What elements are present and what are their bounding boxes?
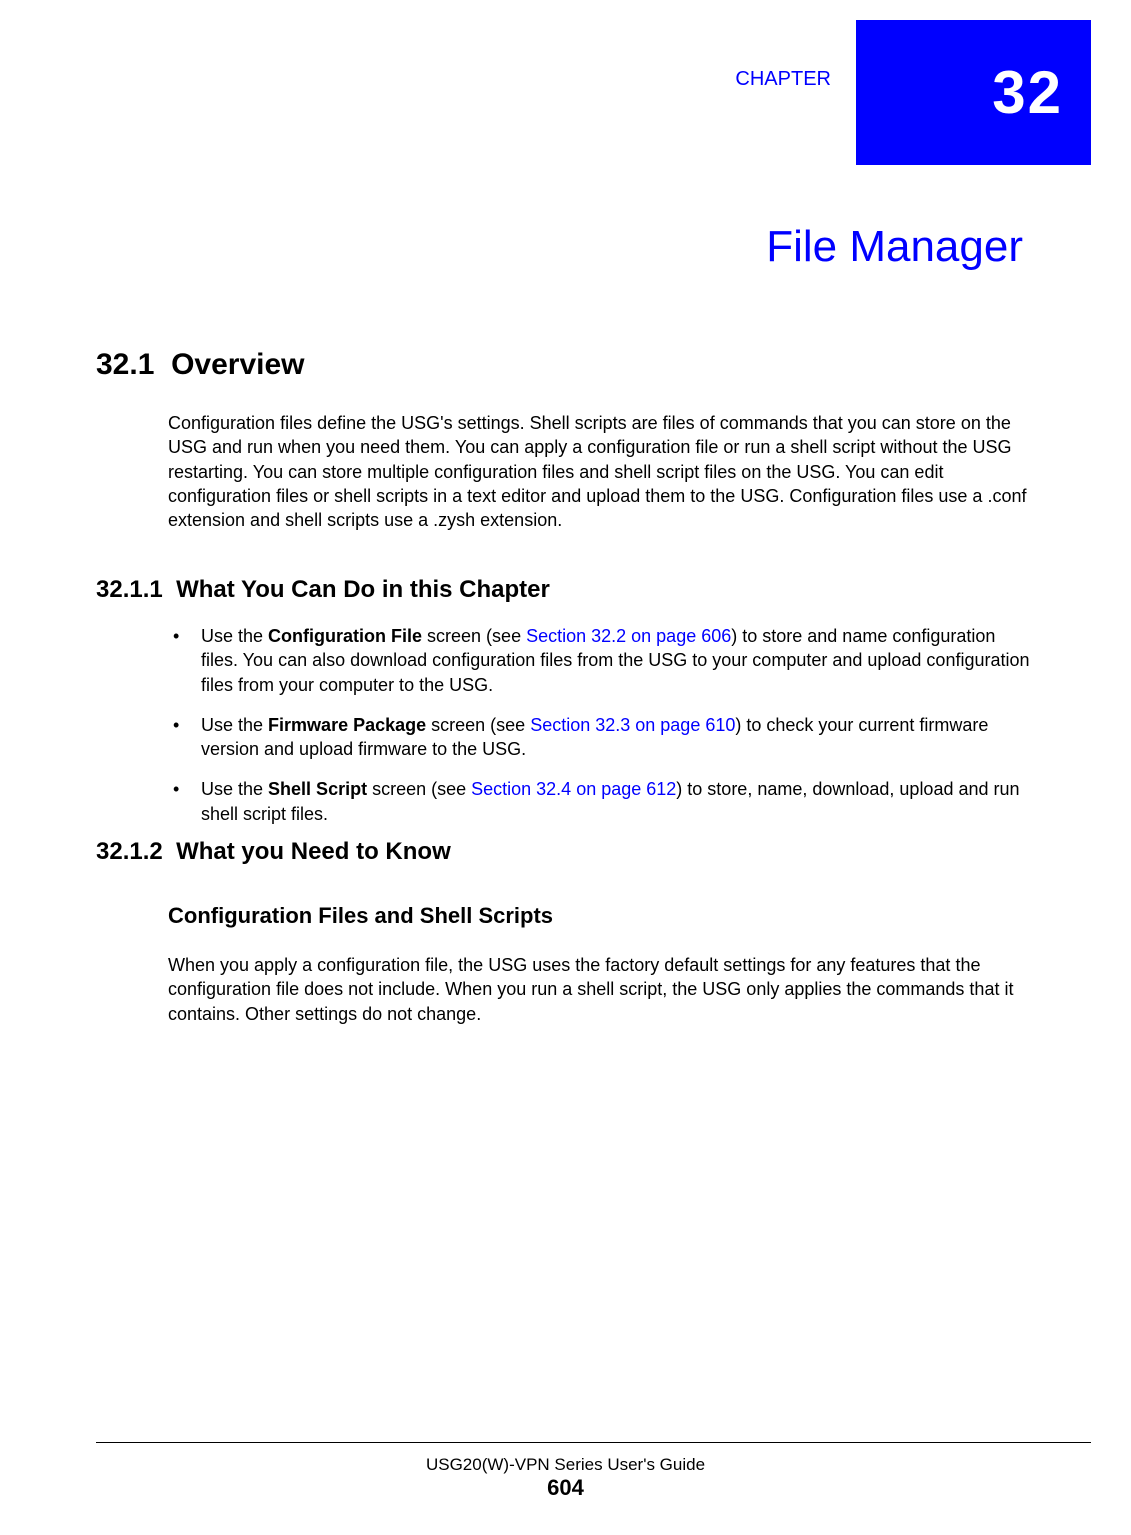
section-title: What you Need to Know <box>176 838 451 865</box>
section-heading-32-1-2: 32.1.2 What you Need to Know <box>96 838 451 866</box>
section-heading-32-1: 32.1 Overview <box>96 348 304 382</box>
cross-reference-link[interactable]: Section 32.3 on page 610 <box>530 715 735 735</box>
section-title: What You Can Do in this Chapter <box>176 576 550 603</box>
footer-guide-title: USG20(W)-VPN Series User's Guide <box>0 1455 1131 1475</box>
section-num: 32.1.2 <box>96 838 163 865</box>
section-heading-32-1-1: 32.1.1 What You Can Do in this Chapter <box>96 576 550 604</box>
text: screen (see <box>422 626 526 646</box>
subsection-heading: Configuration Files and Shell Scripts <box>168 903 553 929</box>
text: Use the <box>201 626 268 646</box>
list-item: Use the Firmware Package screen (see Sec… <box>173 713 1036 762</box>
need-to-know-paragraph: When you apply a configuration file, the… <box>168 953 1036 1026</box>
text: Use the <box>201 779 268 799</box>
bullet-list: Use the Configuration File screen (see S… <box>173 624 1036 842</box>
overview-paragraph: Configuration files define the USG's set… <box>168 411 1036 532</box>
footer-rule <box>96 1442 1091 1443</box>
chapter-label: CHAPTER <box>735 68 831 91</box>
cross-reference-link[interactable]: Section 32.4 on page 612 <box>471 779 676 799</box>
text: screen (see <box>426 715 530 735</box>
chapter-number-box: 32 <box>856 20 1091 165</box>
page: CHAPTER 32 File Manager 32.1 Overview Co… <box>0 0 1131 1535</box>
text: screen (see <box>367 779 471 799</box>
footer-page-number: 604 <box>0 1475 1131 1501</box>
chapter-number: 32 <box>992 58 1063 127</box>
bold-text: Firmware Package <box>268 715 426 735</box>
bold-text: Configuration File <box>268 626 422 646</box>
list-item: Use the Shell Script screen (see Section… <box>173 777 1036 826</box>
text: Use the <box>201 715 268 735</box>
list-item: Use the Configuration File screen (see S… <box>173 624 1036 697</box>
bold-text: Shell Script <box>268 779 367 799</box>
section-num: 32.1 <box>96 348 154 381</box>
section-title: Overview <box>171 348 304 381</box>
cross-reference-link[interactable]: Section 32.2 on page 606 <box>526 626 731 646</box>
chapter-title: File Manager <box>766 222 1023 272</box>
section-num: 32.1.1 <box>96 576 163 603</box>
